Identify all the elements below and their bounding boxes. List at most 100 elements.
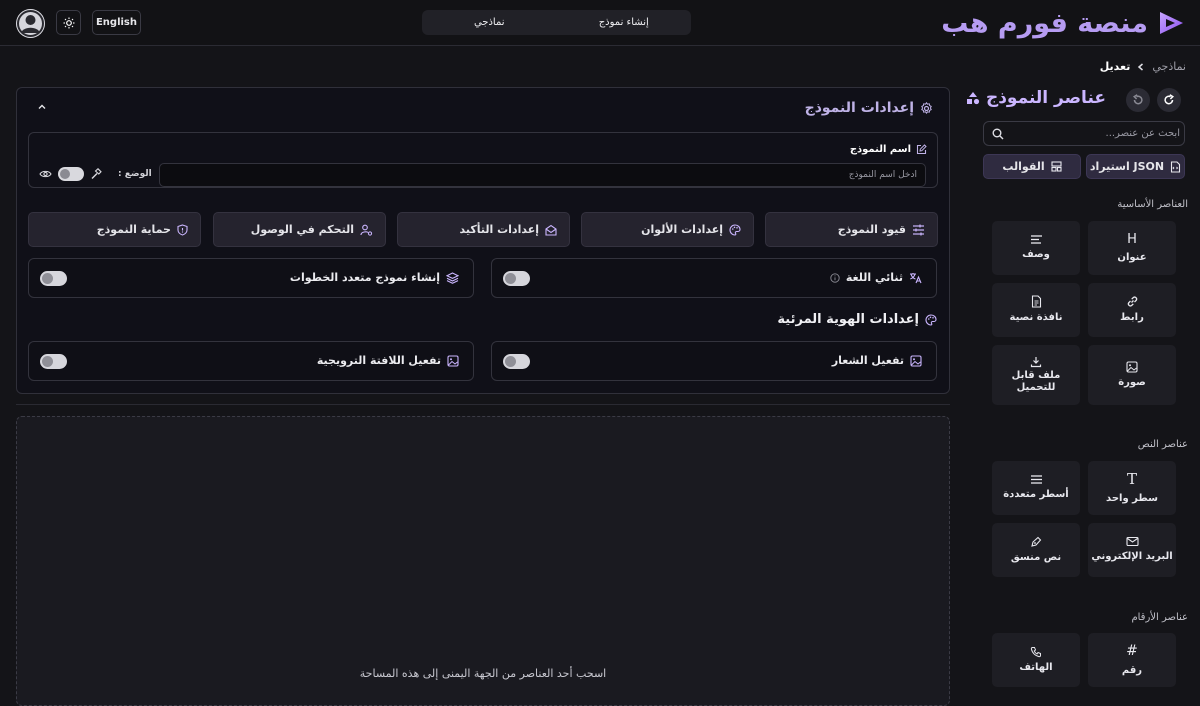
panel-title: إعدادات النموذج bbox=[805, 100, 933, 116]
breadcrumb-my-forms[interactable]: نماذجي bbox=[1152, 60, 1186, 73]
text-lines-icon bbox=[1030, 475, 1042, 484]
hammer-icon bbox=[91, 168, 102, 179]
undo-icon bbox=[1132, 94, 1143, 105]
multistep-label: إنشاء نموذج متعدد الخطوات bbox=[289, 271, 440, 284]
align-left-icon bbox=[1030, 235, 1042, 244]
confirmation-settings-button[interactable]: إعدادات التأكيد bbox=[397, 212, 570, 247]
multistep-option: إنشاء نموذج متعدد الخطوات bbox=[28, 258, 474, 298]
element-multi-line[interactable]: أسطر متعددة bbox=[992, 461, 1080, 515]
mode-toggle[interactable] bbox=[58, 167, 84, 181]
redo-button[interactable] bbox=[1157, 88, 1181, 112]
undo-button[interactable] bbox=[1126, 88, 1150, 112]
bilingual-toggle[interactable] bbox=[503, 271, 530, 286]
search-icon bbox=[992, 128, 1004, 139]
element-image[interactable]: صورة bbox=[1088, 345, 1176, 405]
bilingual-label: ثنائي اللغة bbox=[845, 271, 903, 284]
mode-switcher: الوضع : bbox=[39, 167, 152, 181]
sliders-icon bbox=[913, 224, 924, 235]
element-search bbox=[983, 121, 1185, 146]
breadcrumb-edit: تعديل bbox=[1099, 60, 1131, 73]
element-link[interactable]: رابط bbox=[1088, 283, 1176, 337]
download-icon bbox=[1030, 356, 1042, 367]
palette-icon bbox=[729, 223, 741, 236]
drop-zone[interactable]: اسحب أحد العناصر من الجهة اليمنى إلى هذه… bbox=[16, 416, 950, 706]
form-constraints-button[interactable]: قيود النموذج bbox=[765, 212, 938, 247]
banner-label: تفعيل اللافتة الترويجية bbox=[316, 354, 441, 367]
main-tabs: إنشاء نموذج نماذجي bbox=[422, 10, 691, 35]
element-rich-text[interactable]: نص منسق bbox=[992, 523, 1080, 577]
color-settings-button[interactable]: إعدادات الألوان bbox=[581, 212, 754, 247]
banner-option: تفعيل اللافتة الترويجية bbox=[28, 341, 474, 381]
brand-logo-icon bbox=[1160, 12, 1183, 34]
form-name-input[interactable] bbox=[159, 163, 926, 187]
brand[interactable]: منصة فورم هب bbox=[941, 5, 1186, 41]
templates-label: القوالب bbox=[1002, 160, 1045, 173]
user-avatar-icon[interactable] bbox=[16, 9, 45, 38]
banner-toggle[interactable] bbox=[40, 354, 67, 369]
collapse-panel-button[interactable] bbox=[35, 100, 49, 114]
search-input[interactable] bbox=[1010, 128, 1180, 139]
shield-icon bbox=[177, 223, 188, 236]
image-icon bbox=[1126, 361, 1138, 373]
theme-toggle-button[interactable] bbox=[56, 10, 81, 35]
element-email[interactable]: البريد الإلكتروني bbox=[1088, 523, 1176, 577]
shapes-icon bbox=[966, 92, 980, 105]
element-text-window[interactable]: نافذة نصية bbox=[992, 283, 1080, 337]
link-icon bbox=[1127, 296, 1137, 307]
palette-icon bbox=[925, 313, 937, 326]
divider bbox=[16, 404, 950, 405]
hash-icon: # bbox=[1126, 643, 1138, 659]
breadcrumb: نماذجي تعديل bbox=[1100, 60, 1186, 73]
logo-label: تفعيل الشعار bbox=[831, 354, 904, 367]
element-heading[interactable]: H عنوان bbox=[1088, 221, 1176, 275]
element-downloadable-file[interactable]: ملف قابل للتحميل bbox=[992, 345, 1080, 405]
form-protection-button[interactable]: حماية النموذج bbox=[28, 212, 201, 247]
sun-icon bbox=[63, 17, 74, 28]
form-name-label: اسم النموذج bbox=[850, 144, 927, 155]
language-button[interactable]: English bbox=[92, 10, 141, 35]
element-description[interactable]: وصف bbox=[992, 221, 1080, 275]
section-number-elements: عناصر الأرقام bbox=[1131, 612, 1188, 623]
templates-button[interactable]: القوالب bbox=[983, 154, 1081, 179]
chevron-up-icon bbox=[38, 104, 46, 109]
edit-icon bbox=[916, 144, 927, 155]
import-json-label: JSON استيراد bbox=[1089, 160, 1165, 173]
element-single-line[interactable]: T سطر واحد bbox=[1088, 461, 1176, 515]
mail-icon bbox=[1125, 537, 1139, 547]
chevron-left-icon bbox=[1138, 62, 1144, 71]
tab-my-forms[interactable]: نماذجي bbox=[422, 10, 557, 35]
drop-zone-hint: اسحب أحد العناصر من الجهة اليمنى إلى هذه… bbox=[359, 667, 607, 680]
layers-icon bbox=[446, 271, 459, 284]
tab-create-form[interactable]: إنشاء نموذج bbox=[557, 10, 692, 35]
brand-name: منصة فورم هب bbox=[941, 7, 1148, 39]
phone-icon bbox=[1030, 646, 1041, 657]
heading-icon: H bbox=[1127, 231, 1137, 247]
gear-icon bbox=[921, 101, 932, 114]
logo-toggle[interactable] bbox=[503, 354, 530, 369]
import-json-button[interactable]: JSON استيراد bbox=[1086, 154, 1185, 179]
bilingual-option: ثنائي اللغة bbox=[491, 258, 937, 298]
pen-tool-icon bbox=[1031, 536, 1042, 547]
element-phone[interactable]: الهاتف bbox=[992, 633, 1080, 687]
visual-identity-title: إعدادات الهوية المرئية bbox=[777, 312, 937, 327]
logo-option: تفعيل الشعار bbox=[491, 341, 937, 381]
element-number[interactable]: # رقم bbox=[1088, 633, 1176, 687]
top-bar: منصة فورم هب إنشاء نموذج نماذجي English bbox=[0, 0, 1200, 46]
file-text-icon bbox=[1031, 295, 1041, 308]
user-cog-icon bbox=[360, 224, 373, 236]
eye-icon bbox=[39, 170, 52, 178]
file-code-icon bbox=[1171, 160, 1181, 173]
redo-icon bbox=[1164, 94, 1175, 105]
form-name-box: اسم النموذج الوضع : bbox=[28, 132, 938, 188]
form-settings-panel: إعدادات النموذج اسم النموذج الوضع : قيود… bbox=[16, 87, 950, 394]
sidebar-title: عناصر النموذج bbox=[966, 88, 1106, 108]
section-basic-elements: العناصر الأساسية bbox=[1117, 199, 1188, 210]
access-control-button[interactable]: التحكم في الوصول bbox=[213, 212, 386, 247]
image-icon bbox=[447, 354, 459, 367]
mail-open-icon bbox=[545, 224, 557, 236]
section-text-elements: عناصر النص bbox=[1137, 439, 1188, 450]
type-icon: T bbox=[1126, 470, 1137, 489]
multistep-toggle[interactable] bbox=[40, 271, 67, 286]
layout-template-icon bbox=[1051, 161, 1062, 172]
image-icon bbox=[910, 354, 922, 367]
